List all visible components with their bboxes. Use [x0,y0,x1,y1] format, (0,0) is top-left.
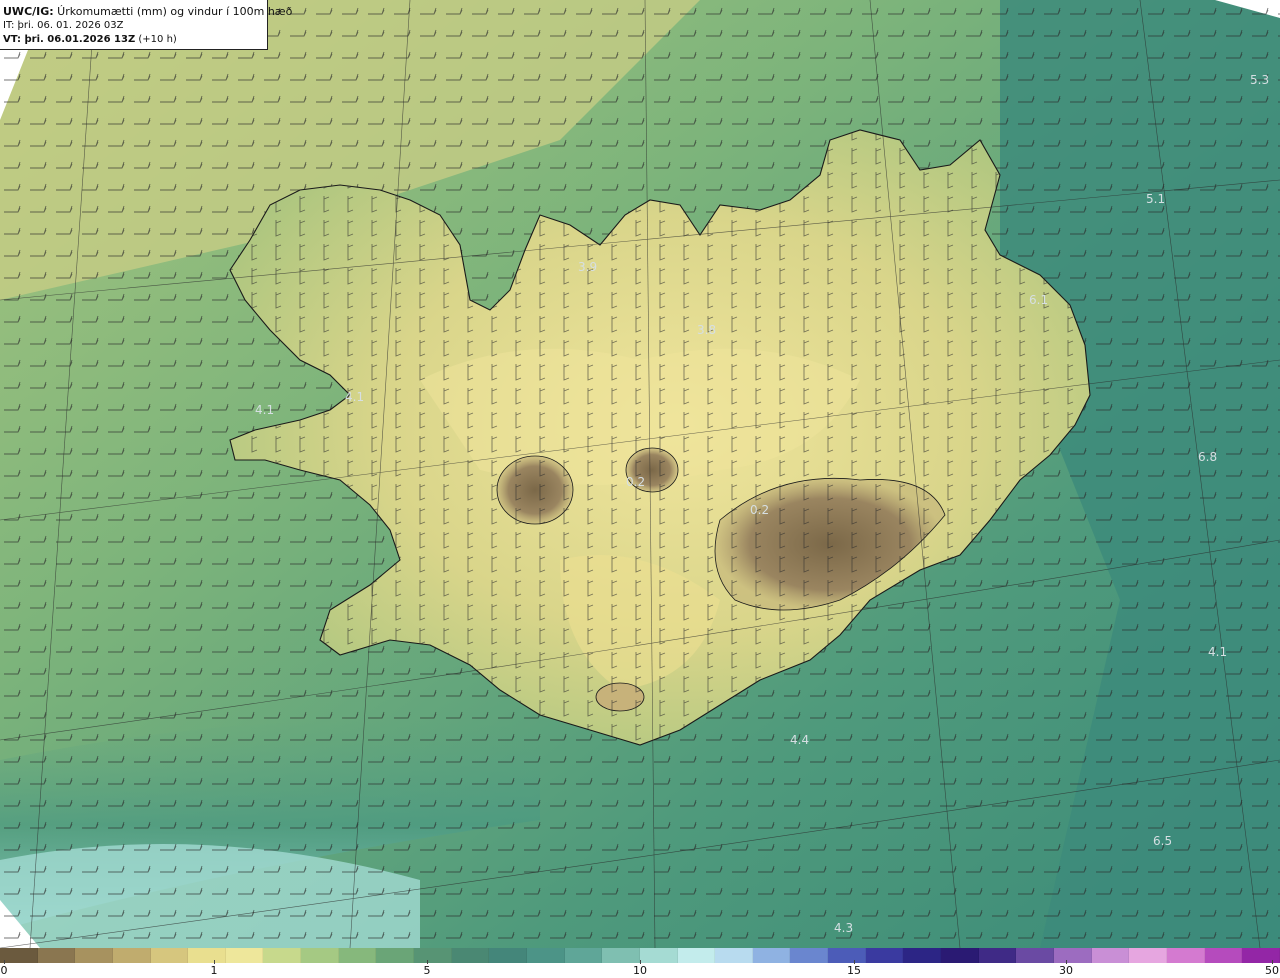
colorbar-tick-label: 0 [0,964,8,977]
colorbar-tick-label: 30 [1059,964,1073,977]
map-value-label: 5.1 [1146,192,1165,206]
colorbar: 0 1 5 10 15 30 50 [0,948,1280,978]
colorbar-segment [414,948,452,963]
map-area[interactable]: 5.3 5.1 3.9 6.1 3.8 4.1 4.1 0.2 0.2 6.8 4.1 4.4 6.5 4… [0,0,1280,948]
map-value-label: 4.4 [790,733,809,747]
colorbar-segment [263,948,302,963]
colorbar-segment [1242,948,1280,963]
colorbar-segment [37,948,76,963]
colorbar-segment [903,948,942,963]
map-value-label: 6.5 [1153,834,1172,848]
colorbar-segment [376,948,415,963]
map-value-label: 4.3 [834,921,853,935]
colorbar-segment [526,948,565,963]
header-product-title: Úrkomumætti (mm) og vindur í 100m hæð [53,5,293,18]
map-value-label: 0.2 [626,475,645,489]
map-value-label: 5.3 [1250,73,1269,87]
map-value-label: 4.1 [255,403,274,417]
colorbar-segment [112,948,151,963]
colorbar-segment [865,948,904,963]
map-value-label: 4.1 [345,390,364,404]
colorbar-segment [0,948,38,963]
colorbar-tick-label: 50 [1265,964,1279,977]
precipitation-wind-map: 5.3 5.1 3.9 6.1 3.8 4.1 4.1 0.2 0.2 6.8 4.1 4.4 6.5 4… [0,0,1280,948]
colorbar-segment [1166,948,1205,963]
colorbar-segment [188,948,226,963]
header-valid-time: VT: þri. 06.01.2026 13Z [3,34,136,45]
colorbar-segment [1129,948,1167,963]
colorbar-tick-label: 15 [847,964,861,977]
colorbar-segment [715,948,753,963]
map-value-label: 4.1 [1208,645,1227,659]
colorbar-segment [1053,948,1092,963]
colorbar-segment [639,948,678,963]
colorbar-segment [677,948,716,963]
map-value-label: 3.9 [578,260,597,274]
colorbar-tick-label: 5 [423,964,431,977]
colorbar-segment [564,948,603,963]
colorbar-segment [75,948,113,963]
colorbar-segment [978,948,1017,963]
colorbar-tick-label: 1 [210,964,218,977]
colorbar-segment [1204,948,1243,963]
map-value-label: 6.8 [1198,450,1217,464]
header-title-line: UWC/IG: Úrkomumætti (mm) og vindur í 100… [3,5,292,19]
colorbar-segment [828,948,866,963]
header-valid-offset: (+10 h) [138,34,177,45]
map-header: UWC/IG: Úrkomumætti (mm) og vindur í 100… [0,0,292,50]
colorbar-segment [225,948,264,963]
colorbar-segment [1091,948,1130,963]
map-value-label: 3.8 [697,323,716,337]
map-value-label: 6.1 [1029,293,1048,307]
colorbar-segment [1016,948,1054,963]
colorbar-segment [489,948,527,963]
colorbar-segment [941,948,979,963]
colorbar-segment [752,948,791,963]
colorbar-segment [150,948,189,963]
map-value-label: 0.2 [750,503,769,517]
colorbar-segment [602,948,640,963]
header-init-time: IT: þri. 06. 01. 2026 03Z [3,20,124,31]
colorbar-tick-label: 10 [633,964,647,977]
colorbar-segment [790,948,829,963]
header-product-code: UWC/IG: [3,5,54,18]
colorbar-segment [301,948,339,963]
colorbar-segment [338,948,377,963]
colorbar-segment [451,948,490,963]
header-valid-line: VT: þri. 06.01.2026 13Z (+10 h) [3,33,267,47]
